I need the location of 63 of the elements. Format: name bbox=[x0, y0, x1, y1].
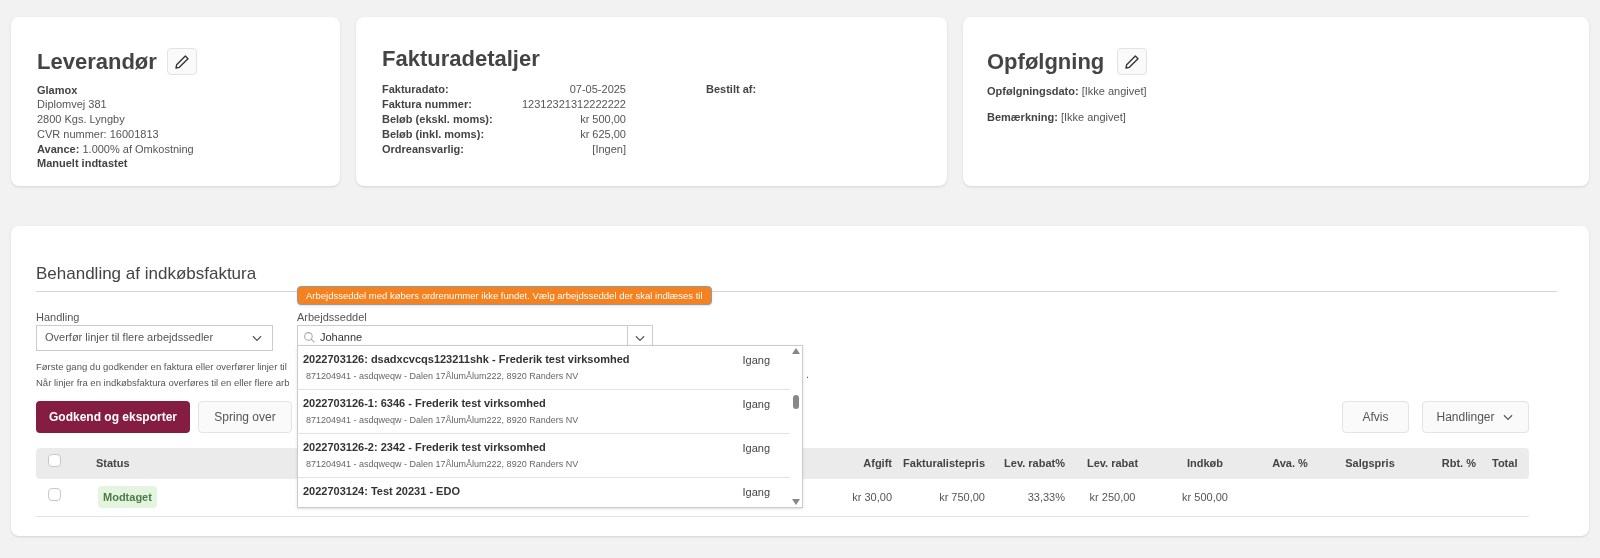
column-header: Lev. rabat bbox=[1086, 456, 1139, 469]
table-cell: kr 250,00 bbox=[1089, 490, 1136, 503]
pencil-icon bbox=[173, 53, 190, 70]
field-value: kr 625,00 bbox=[580, 127, 626, 142]
info-text: Når linjer fra en indkøbsfaktura overføres til en eller flere arb bbox=[36, 375, 290, 390]
column-header: Total bbox=[1492, 456, 1518, 469]
reject-button[interactable]: Afvis bbox=[1342, 400, 1409, 433]
field-label: Beløb (inkl. moms): bbox=[382, 127, 485, 142]
checkbox[interactable] bbox=[48, 454, 61, 468]
table-cell: kr 30,00 bbox=[852, 490, 892, 503]
table-cell: kr 500,00 bbox=[1182, 490, 1228, 503]
edit-button[interactable] bbox=[1117, 48, 1148, 75]
supplier-address: Diplomvej 381 bbox=[37, 97, 108, 112]
ordered-by-label: Bestilt af: bbox=[706, 82, 757, 97]
edit-button[interactable] bbox=[166, 48, 197, 75]
markup-value: 1.000% af Omkostning bbox=[82, 143, 194, 155]
worksheet-option[interactable]: 2022703124: Test 20231 - EDO Igang bbox=[298, 478, 790, 507]
field-label: Beløb (ekskl. moms): bbox=[382, 112, 493, 127]
approve-export-button[interactable]: Godkend og eksporter bbox=[36, 400, 190, 433]
column-header: Ava. % bbox=[1272, 456, 1308, 469]
supplier-address: 2800 Kgs. Lyngby bbox=[37, 112, 126, 127]
field-value: [Ikke angivet] bbox=[1060, 111, 1126, 123]
status-badge: Modtaget bbox=[98, 485, 157, 509]
worksheet-option[interactable]: 2022703126-2: 2342 - Frederik test virksomhed 871204941 - asdqweqw - Dalen 17ÅlumÅlum222, 8920 Randers NV Igang bbox=[298, 434, 790, 478]
worksheet-option[interactable]: 2022703126: dsadxcvcqs123211shk - Frederik test virksomhed 871204941 - asdqweqw - Dalen 17ÅlumÅlum222, 8920 Randers NV Igang bbox=[298, 346, 790, 390]
column-header: Lev. rabat% bbox=[1004, 456, 1065, 469]
field-value: 12312321312222222 bbox=[522, 97, 626, 112]
field-value: kr 500,00 bbox=[580, 112, 626, 127]
field-label: Faktura nummer: bbox=[382, 97, 472, 112]
field-label: Ordreansvarlig: bbox=[382, 142, 464, 157]
field-label: Bemærkning: bbox=[987, 111, 1058, 123]
info-text: . bbox=[806, 367, 810, 382]
search-icon bbox=[303, 331, 316, 344]
table-cell: kr 750,00 bbox=[939, 490, 985, 503]
column-header: Fakturalistepris bbox=[903, 456, 985, 469]
column-header: Status bbox=[96, 456, 130, 469]
actions-button[interactable]: Handlinger bbox=[1422, 400, 1529, 433]
column-header: Afgift bbox=[863, 456, 892, 469]
card-title: Fakturadetaljer bbox=[382, 45, 541, 72]
field-value: 07-05-2025 bbox=[569, 82, 626, 97]
worksheet-option[interactable]: 2022703126-1: 6346 - Frederik test virksomhed 871204941 - asdqweqw - Dalen 17ÅlumÅlum222, 8920 Randers NV Igang bbox=[298, 390, 790, 434]
field-label: Handling bbox=[36, 310, 81, 324]
table-cell: 33,33% bbox=[1027, 490, 1065, 503]
skip-button[interactable]: Spring over bbox=[198, 400, 292, 433]
checkbox[interactable] bbox=[48, 488, 61, 502]
field-label: Arbejdsseddel bbox=[297, 310, 368, 324]
markup-label: Avance: bbox=[37, 143, 80, 155]
field-value: [Ikke angivet] bbox=[1081, 85, 1147, 97]
supplier-name: Glamox bbox=[37, 84, 79, 97]
action-select[interactable]: Overfør linjer til flere arbejdssedler bbox=[36, 324, 273, 351]
info-text: Første gang du godkender en faktura eller overfører linjer til bbox=[36, 359, 287, 374]
field-value: [Ingen] bbox=[592, 142, 626, 157]
card-title: Opfølgning bbox=[987, 48, 1105, 76]
column-header: Salgspris bbox=[1345, 456, 1395, 469]
pencil-icon bbox=[1124, 53, 1141, 70]
error-tooltip: Arbejdsseddel med købers ordrenummer ikke fundet. Vælg arbejdsseddel der skal indlæses til bbox=[297, 286, 712, 305]
field-label: Opfølgningsdato: bbox=[987, 85, 1079, 97]
supplier-address: CVR nummer: 16001813 bbox=[37, 127, 160, 142]
card-title: Leverandør bbox=[37, 48, 157, 76]
column-header: Indkøb bbox=[1186, 456, 1224, 469]
column-header: Rbt. % bbox=[1441, 456, 1476, 469]
entry-source: Manuelt indtastet bbox=[37, 157, 129, 170]
field-label: Fakturadato: bbox=[382, 82, 449, 97]
